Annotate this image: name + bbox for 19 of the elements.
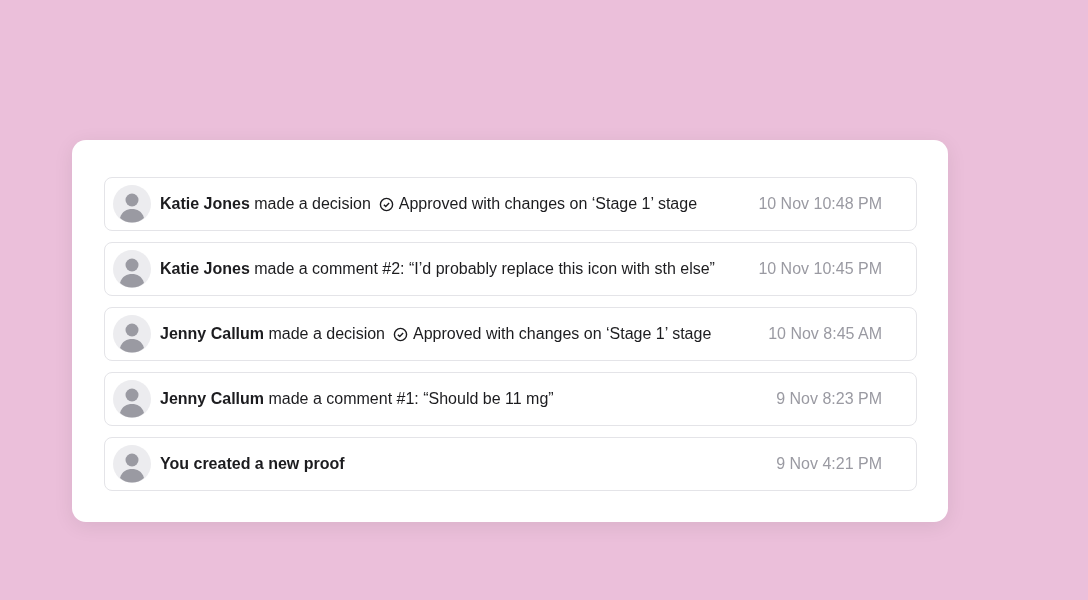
activity-text: Jenny Callum made a comment #1: “Should be 11 mg” (160, 390, 554, 408)
timestamp: 9 Nov 4:21 PM (776, 455, 882, 473)
avatar (113, 185, 151, 223)
avatar (113, 315, 151, 353)
check-circle-icon (378, 196, 394, 212)
timestamp: 10 Nov 10:45 PM (758, 260, 882, 278)
decision-text: Approved with changes on ‘Stage 1’ stage (413, 325, 712, 343)
timestamp: 10 Nov 8:45 AM (768, 325, 882, 343)
activity-text: Jenny Callum made a decision (160, 325, 385, 343)
avatar (113, 380, 151, 418)
activity-text: Katie Jones made a decision (160, 195, 371, 213)
timestamp: 10 Nov 10:48 PM (758, 195, 882, 213)
avatar (113, 445, 151, 483)
activity-text: You created a new proof (160, 455, 345, 473)
timestamp: 9 Nov 8:23 PM (776, 390, 882, 408)
check-circle-icon (393, 326, 408, 342)
decision-text: Approved with changes on ‘Stage 1’ stage (398, 195, 698, 213)
activity-text: Katie Jones made a comment #2: “I’d probably replace this icon with sth else” (160, 260, 715, 278)
avatar (113, 250, 151, 288)
